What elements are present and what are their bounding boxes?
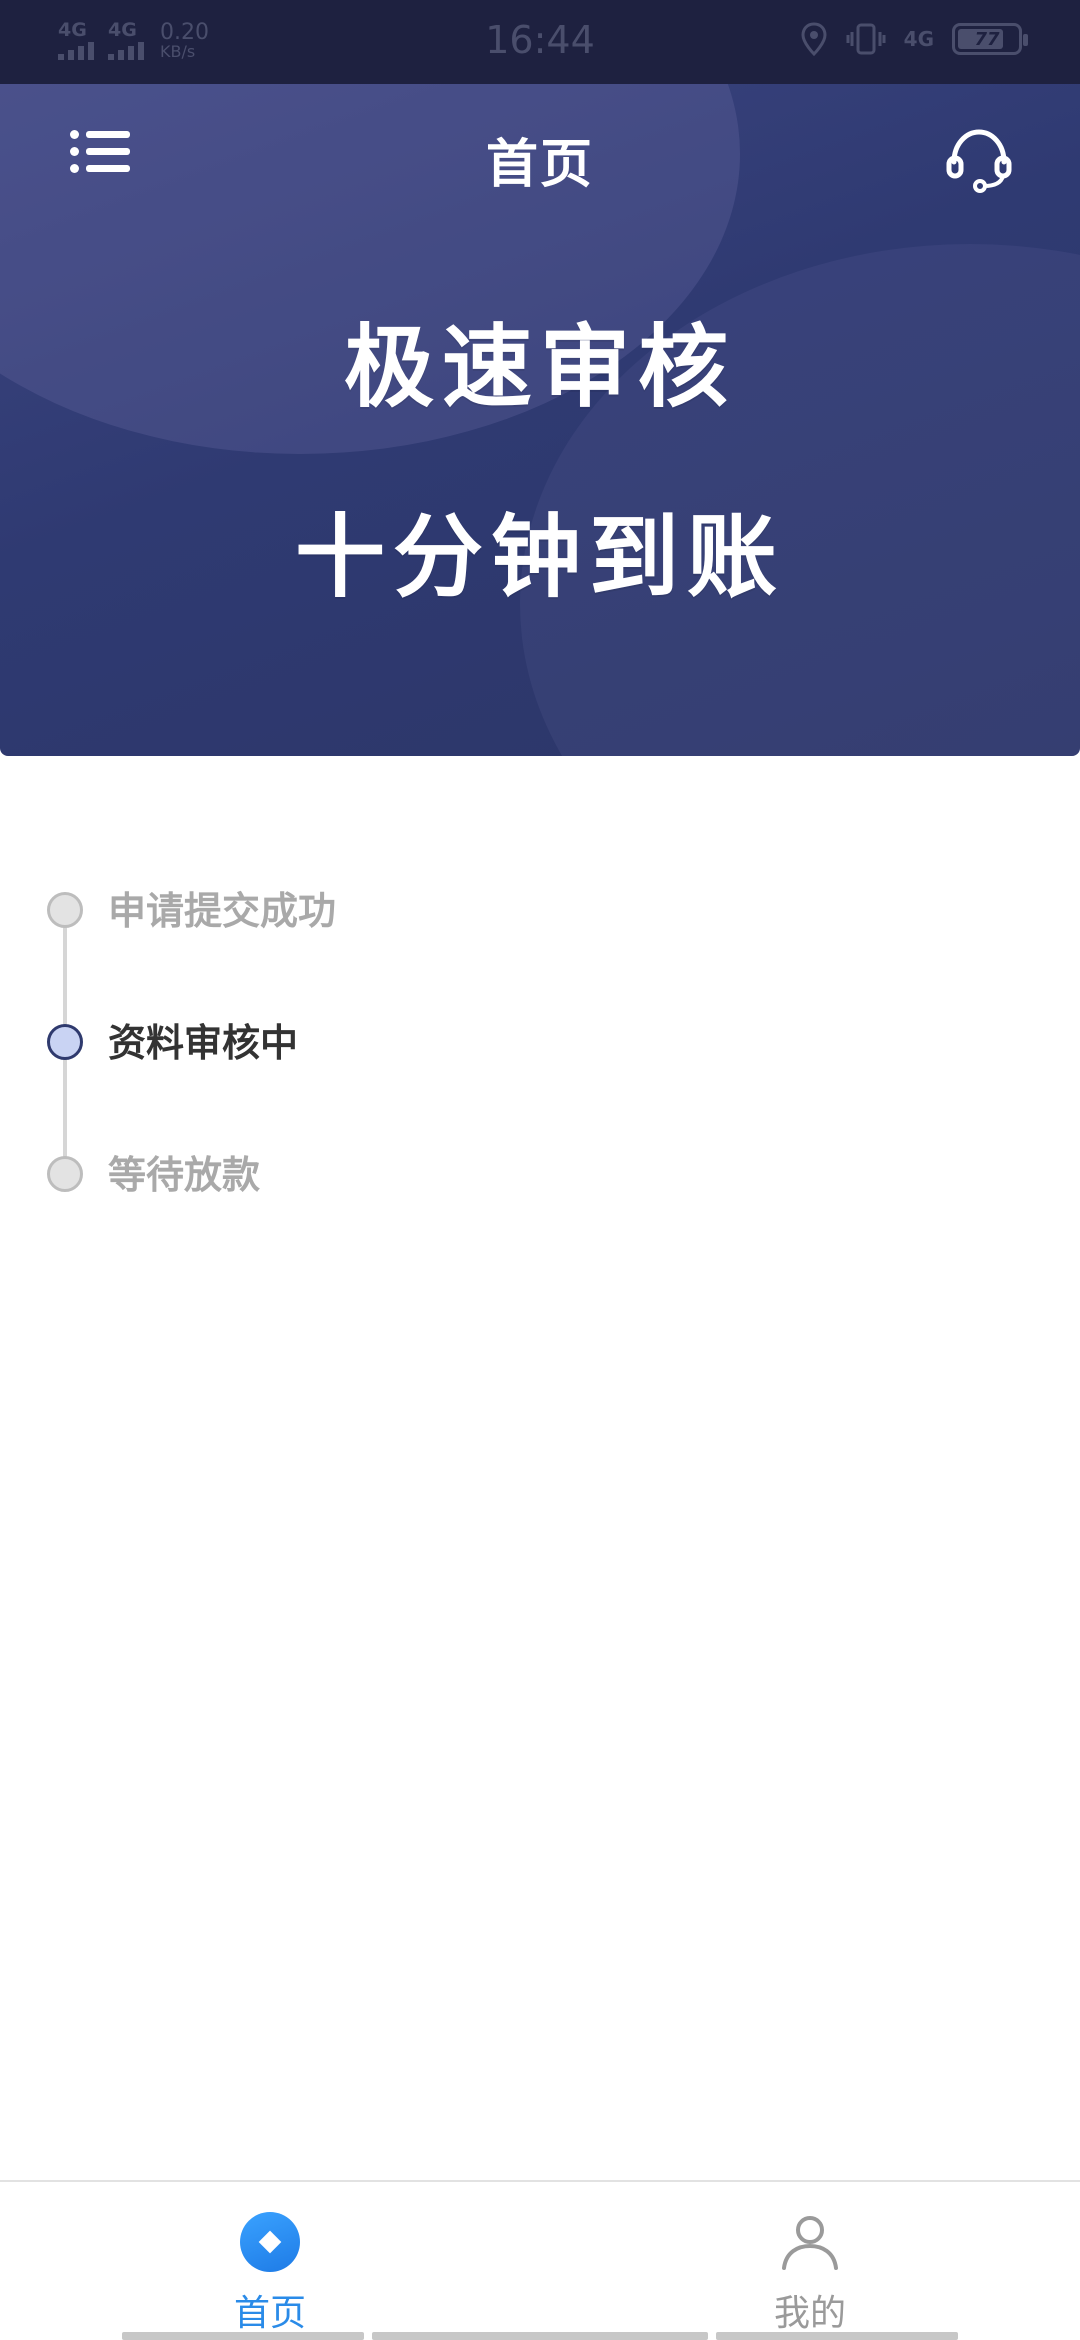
step-dot-active-icon [47, 1024, 83, 1060]
user-icon[interactable] [778, 2210, 842, 2274]
nav-item-home[interactable]: 首页 [0, 2182, 540, 2340]
step-dot-icon [47, 892, 83, 928]
system-nav-indicator [716, 2332, 958, 2340]
location-icon [801, 22, 827, 56]
battery-level: 77 [974, 28, 1000, 50]
timeline-step-waiting: 等待放款 [0, 1144, 1080, 1204]
page-title: 首页 [485, 135, 594, 195]
step-label: 等待放款 [108, 1153, 261, 1197]
network-type: 4G [903, 27, 934, 51]
nav-label-home[interactable]: 首页 [0, 2284, 540, 2336]
battery-icon: 77 [952, 23, 1028, 55]
headset-icon[interactable] [944, 124, 1014, 194]
hero-subheadline: 十分钟到账 [295, 505, 785, 610]
progress-timeline: 申请提交成功 资料审核中 等待放款 [0, 860, 1080, 1220]
hero-banner: 首页 极速审核 十分钟到账 [0, 84, 1080, 756]
hero-headline: 极速审核 [344, 315, 736, 420]
step-label: 申请提交成功 [108, 889, 337, 933]
bottom-nav: 首页 我的 [0, 2180, 1080, 2340]
timeline-step-submitted: 申请提交成功 [0, 880, 1080, 940]
timeline-step-reviewing: 资料审核中 [0, 1012, 1080, 1072]
status-right: 4G 77 [800, 22, 1028, 56]
step-label-active: 资料审核中 [108, 1021, 299, 1065]
nav-item-mine[interactable]: 我的 [540, 2182, 1080, 2340]
nav-label-mine[interactable]: 我的 [540, 2284, 1080, 2336]
system-nav-indicator [122, 2332, 364, 2340]
status-bar: 4G 4G 0.20 KB/s 16:44 4G 77 [0, 0, 1080, 84]
app-screen: 4G 4G 0.20 KB/s 16:44 4G 77 首页 极速审核 十分钟到… [0, 0, 1080, 2340]
vibrate-icon [846, 23, 886, 55]
system-nav-indicator [372, 2332, 708, 2340]
home-diamond-icon[interactable] [240, 2212, 300, 2272]
step-dot-icon [47, 1156, 83, 1192]
